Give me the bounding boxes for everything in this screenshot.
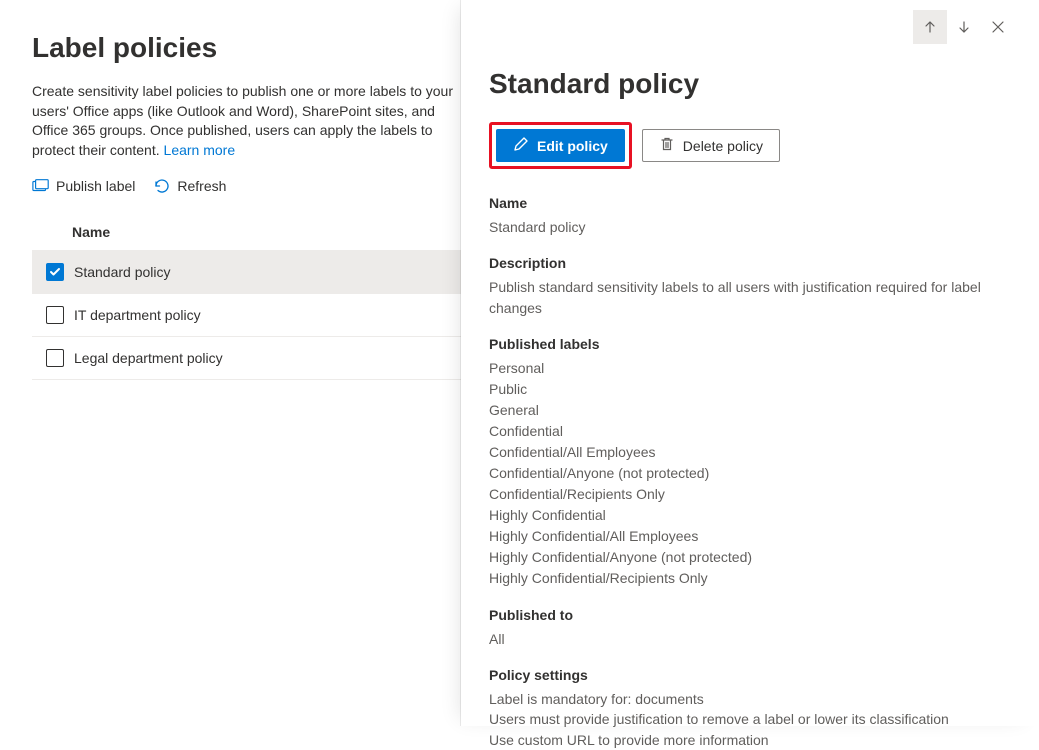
row-label: Standard policy	[74, 264, 171, 280]
published-label-item: Confidential	[489, 421, 1015, 442]
page-description: Create sensitivity label policies to pub…	[32, 82, 470, 160]
published-label-item: Personal	[489, 358, 1015, 379]
page-title: Label policies	[32, 32, 470, 64]
table-row[interactable]: Legal department policy	[32, 337, 470, 380]
refresh-icon	[153, 178, 171, 194]
trash-icon	[659, 136, 675, 155]
panel-title: Standard policy	[489, 68, 1015, 100]
learn-more-link[interactable]: Learn more	[164, 142, 236, 158]
arrow-down-button[interactable]	[947, 10, 981, 44]
edit-button-label: Edit policy	[537, 138, 608, 154]
section-name: Name Standard policy	[489, 195, 1015, 237]
arrow-up-button[interactable]	[913, 10, 947, 44]
table-header-name[interactable]: Name	[32, 214, 470, 251]
publish-label-button[interactable]: Publish label	[32, 178, 135, 194]
close-button[interactable]	[981, 10, 1015, 44]
published-label-item: Public	[489, 379, 1015, 400]
edit-button-highlight: Edit policy	[489, 122, 632, 169]
row-checkbox[interactable]	[46, 306, 64, 324]
description-heading: Description	[489, 255, 1015, 271]
section-published-labels: Published labels PersonalPublicGeneralCo…	[489, 336, 1015, 589]
published-label-item: Highly Confidential/All Employees	[489, 526, 1015, 547]
section-description: Description Publish standard sensitivity…	[489, 255, 1015, 318]
page-description-text: Create sensitivity label policies to pub…	[32, 83, 453, 158]
publish-label-text: Publish label	[56, 178, 135, 194]
description-value: Publish standard sensitivity labels to a…	[489, 277, 1015, 318]
row-label: IT department policy	[74, 307, 201, 323]
delete-button-label: Delete policy	[683, 138, 763, 154]
edit-policy-button[interactable]: Edit policy	[496, 129, 625, 162]
panel-topbar	[489, 0, 1015, 44]
row-label: Legal department policy	[74, 350, 223, 366]
edit-icon	[513, 136, 529, 155]
policy-setting-item: Use custom URL to provide more informati…	[489, 730, 1015, 750]
name-heading: Name	[489, 195, 1015, 211]
action-row: Edit policy Delete policy	[489, 122, 1015, 169]
row-checkbox[interactable]	[46, 349, 64, 367]
published-to-value: All	[489, 629, 1015, 649]
section-published-to: Published to All	[489, 607, 1015, 649]
published-label-item: Confidential/Anyone (not protected)	[489, 463, 1015, 484]
published-label-item: Confidential/Recipients Only	[489, 484, 1015, 505]
published-label-item: Highly Confidential/Recipients Only	[489, 568, 1015, 589]
details-panel: Standard policy Edit policy Delete polic…	[461, 0, 1039, 726]
refresh-text: Refresh	[177, 178, 226, 194]
published-label-item: Confidential/All Employees	[489, 442, 1015, 463]
left-panel: Label policies Create sensitivity label …	[0, 0, 470, 726]
published-label-item: Highly Confidential/Anyone (not protecte…	[489, 547, 1015, 568]
published-label-item: Highly Confidential	[489, 505, 1015, 526]
policy-list: Standard policy IT department policy Legal…	[32, 251, 470, 380]
settings-list: Label is mandatory for: documentsUsers m…	[489, 689, 1015, 750]
settings-heading: Policy settings	[489, 667, 1015, 683]
delete-policy-button[interactable]: Delete policy	[642, 129, 780, 162]
refresh-button[interactable]: Refresh	[153, 178, 226, 194]
table-row[interactable]: IT department policy	[32, 294, 470, 337]
row-checkbox[interactable]	[46, 263, 64, 281]
published-to-heading: Published to	[489, 607, 1015, 623]
policy-setting-item: Users must provide justification to remo…	[489, 709, 1015, 729]
table-row[interactable]: Standard policy	[32, 251, 470, 294]
section-policy-settings: Policy settings Label is mandatory for: …	[489, 667, 1015, 750]
labels-list: PersonalPublicGeneralConfidentialConfide…	[489, 358, 1015, 589]
labels-heading: Published labels	[489, 336, 1015, 352]
name-value: Standard policy	[489, 217, 1015, 237]
policy-setting-item: Label is mandatory for: documents	[489, 689, 1015, 709]
publish-icon	[32, 178, 50, 194]
published-label-item: General	[489, 400, 1015, 421]
toolbar: Publish label Refresh	[32, 178, 470, 194]
